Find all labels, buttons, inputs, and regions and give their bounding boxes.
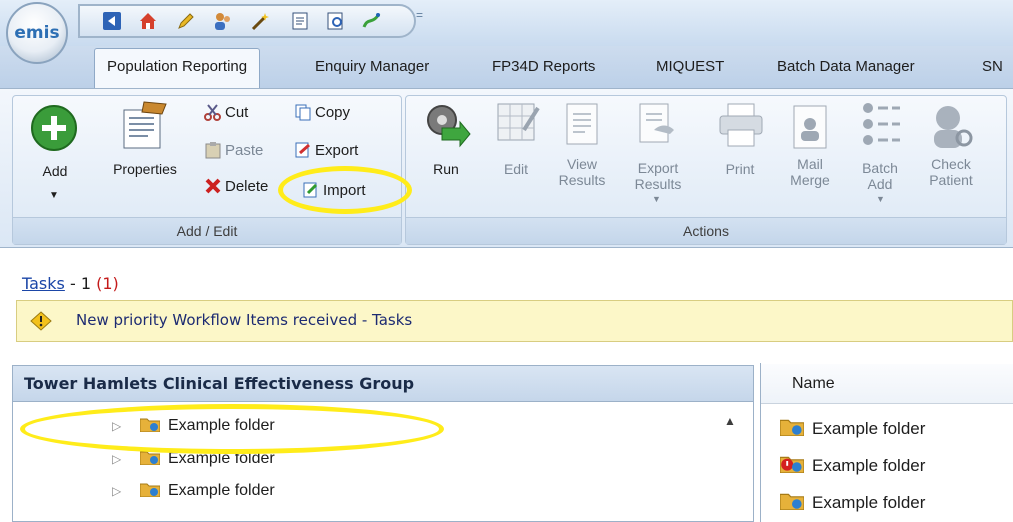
view-results-line1: View — [566, 156, 598, 172]
folder-icon — [780, 419, 804, 436]
folder-icon — [780, 493, 804, 510]
list-item-label: Example folder — [812, 456, 926, 475]
export-results-line2: Results — [634, 176, 682, 192]
run-gear-icon — [427, 105, 471, 148]
document-icon[interactable] — [290, 11, 310, 31]
preview-icon[interactable] — [326, 11, 346, 31]
list-item-label: Example folder — [812, 493, 926, 512]
add-icon — [31, 105, 77, 151]
print-button[interactable]: Print — [720, 161, 760, 177]
back-icon[interactable] — [102, 11, 122, 31]
export-results-line1: Export — [637, 160, 679, 176]
name-column-header[interactable]: Name — [792, 375, 835, 393]
copy-button[interactable]: Copy — [294, 102, 350, 124]
tree-title: Tower Hamlets Clinical Effectiveness Gro… — [24, 374, 415, 393]
copy-icon — [295, 104, 311, 121]
scroll-up-arrow-icon[interactable]: ▲ — [724, 414, 736, 428]
chart-icon[interactable] — [362, 11, 382, 31]
check-patient-line2: Patient — [929, 172, 973, 188]
batch-add-line1: Batch — [862, 160, 898, 176]
customize-toolbar-icon[interactable]: = — [416, 8, 423, 22]
notice-text: New priority Workflow Items received - T… — [76, 311, 413, 329]
tree-item-label: Example folder — [168, 482, 275, 499]
paste-button[interactable]: Paste — [204, 140, 263, 162]
pencil-icon[interactable] — [176, 11, 196, 31]
tab-enquiry-manager[interactable]: Enquiry Manager — [303, 52, 441, 86]
check-patient-icon — [934, 106, 973, 148]
warning-icon — [30, 311, 52, 331]
mail-merge-line1: Mail — [797, 156, 823, 172]
printer-icon — [719, 103, 763, 147]
view-results-line2: Results — [558, 172, 606, 188]
add-edit-group-label: Add / Edit — [13, 217, 401, 244]
folder-icon — [140, 483, 160, 497]
delete-button[interactable]: Delete — [204, 176, 268, 198]
export-button[interactable]: Export — [294, 140, 358, 162]
mail-merge-icon — [793, 105, 827, 149]
export-label: Export — [315, 142, 359, 159]
add-dropdown-icon[interactable]: ▼ — [49, 190, 59, 201]
clipboard-icon — [205, 142, 221, 159]
mail-merge-line2: Merge — [790, 172, 830, 188]
view-results-icon — [566, 103, 598, 145]
edit-button[interactable]: Edit — [496, 161, 536, 177]
mail-merge-button[interactable]: Mail Merge — [784, 156, 836, 188]
tab-sn[interactable]: SN — [970, 52, 1013, 86]
emis-logo[interactable]: emis — [6, 2, 68, 64]
properties-icon — [123, 101, 167, 149]
batch-add-dropdown-icon[interactable]: ▼ — [876, 194, 885, 204]
list-item[interactable]: Example folder — [780, 416, 925, 442]
folder-alert-icon — [780, 456, 804, 473]
export-results-button[interactable]: Export Results — [630, 160, 686, 192]
export-icon — [295, 142, 310, 158]
tab-population-reporting[interactable]: Population Reporting — [94, 48, 261, 89]
actions-group-label: Actions — [406, 217, 1006, 244]
run-button[interactable]: Run — [428, 161, 464, 177]
batch-add-icon — [863, 103, 900, 145]
properties-button[interactable]: Properties — [99, 161, 191, 177]
users-icon[interactable] — [213, 11, 233, 31]
tab-fp34d-reports[interactable]: FP34D Reports — [480, 52, 607, 86]
edit-grid-icon — [497, 103, 540, 141]
tasks-priority-count: (1) — [96, 274, 119, 293]
tasks-summary: Tasks - 1 (1) — [22, 274, 119, 293]
add-button[interactable]: Add — [38, 163, 72, 179]
home-icon[interactable] — [138, 11, 158, 31]
check-patient-button[interactable]: Check Patient — [922, 156, 980, 188]
list-item[interactable]: Example folder — [780, 453, 925, 479]
batch-add-button[interactable]: Batch Add — [854, 160, 906, 192]
delete-label: Delete — [225, 178, 269, 195]
tab-batch-data-manager[interactable]: Batch Data Manager — [765, 52, 927, 86]
export-results-dropdown-icon[interactable]: ▼ — [652, 194, 661, 204]
copy-label: Copy — [315, 104, 351, 121]
tab-miquest[interactable]: MIQUEST — [644, 52, 736, 86]
logo-text: emis — [14, 23, 60, 43]
delete-x-icon — [205, 178, 221, 194]
tasks-count: - 1 — [64, 274, 97, 293]
wand-icon[interactable] — [250, 11, 270, 31]
cut-button[interactable]: Cut — [204, 102, 248, 124]
scissors-icon — [204, 104, 221, 121]
paste-label: Paste — [225, 142, 264, 159]
import-highlight-ellipse — [278, 166, 412, 214]
tree-item[interactable]: ▷ Example folder — [112, 479, 275, 503]
quick-access-toolbar — [78, 4, 416, 38]
list-item[interactable]: Example folder — [780, 490, 925, 516]
tasks-link[interactable]: Tasks — [22, 274, 65, 293]
check-patient-line1: Check — [931, 156, 971, 172]
view-results-button[interactable]: View Results — [556, 156, 608, 188]
batch-add-line2: Add — [867, 176, 893, 192]
folder-highlight-ellipse — [20, 404, 444, 454]
cut-label: Cut — [225, 104, 249, 121]
list-item-label: Example folder — [812, 419, 926, 438]
export-results-icon — [639, 103, 674, 143]
expand-arrow-icon[interactable]: ▷ — [112, 479, 128, 503]
